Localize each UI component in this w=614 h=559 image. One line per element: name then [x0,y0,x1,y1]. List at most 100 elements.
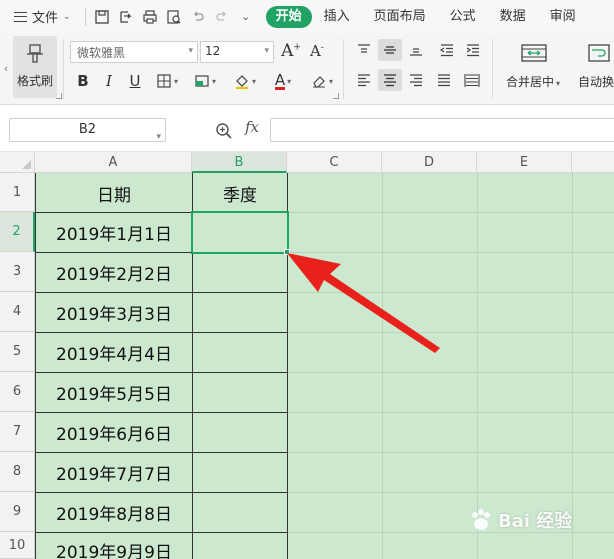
italic-button[interactable]: I [100,71,118,91]
font-color-button[interactable]: A ▾ [268,71,298,91]
tab-formulas[interactable]: 公式 [438,6,488,28]
font-color-icon: A [274,70,286,90]
tab-review[interactable]: 审阅 [538,6,576,28]
format-painter-button[interactable]: 格式刷 [13,36,57,98]
format-painter-label: 格式刷 [16,74,53,88]
hamburger-icon [14,11,27,22]
merge-center-text: 合并居中 [506,75,555,89]
fill-color-button[interactable]: ▾ [230,71,260,91]
align-right-icon [410,74,422,87]
chevron-down-icon: ▾ [264,46,269,56]
divider [84,7,86,26]
font-size-value: 12 [205,44,221,58]
decrease-font-icon: A- [310,42,324,60]
increase-indent-button[interactable] [462,39,484,61]
divider [492,39,493,99]
font-launcher-icon[interactable] [333,93,339,99]
align-top-button[interactable] [354,39,374,61]
watermark-text: Bai 经验 [498,511,573,532]
menu-bar: 文件 ⌄ ⌄ 开始 插入 页面布局 公式 数据 审阅 [0,0,614,33]
ribbon: ‹ 格式刷 微软雅黑 ▾ 12 ▾ A+ A- B I U ▾ ▾ ▾ A ▾ … [0,33,614,105]
align-left-button[interactable] [354,69,374,91]
merge-center-button[interactable] [516,39,552,67]
decrease-font-size-button[interactable]: A- [306,39,328,63]
export-button[interactable] [114,5,138,29]
redo-button[interactable] [210,5,234,29]
increase-indent-icon [466,44,479,57]
print-button[interactable] [138,5,162,29]
divider [63,39,64,99]
red-arrow-annotation [287,253,440,353]
tab-home[interactable]: 开始 [265,5,312,28]
clipboard-launcher-icon[interactable] [56,93,62,99]
save-button[interactable] [90,5,114,29]
chevron-down-icon: ▾ [173,76,178,86]
formula-input[interactable] [270,118,614,142]
clear-format-button[interactable]: ▾ [306,71,338,91]
insert-function-button[interactable]: fx [245,118,259,136]
chevron-down-icon: ▾ [156,132,161,142]
print-preview-button[interactable] [162,5,186,29]
file-menu-label: 文件 [32,11,59,26]
chevron-down-icon: ▾ [188,46,193,56]
bold-button[interactable]: B [74,71,92,91]
align-left-icon [358,74,370,87]
border-button[interactable]: ▾ [152,71,182,91]
align-bottom-icon [410,48,422,56]
save-icon [94,9,109,24]
chevron-down-icon: ⌄ [63,11,71,22]
fill-bucket-icon [235,75,248,89]
bold-icon: B [77,72,89,90]
cell-style-button[interactable]: ▾ [190,71,220,91]
align-bottom-button[interactable] [406,39,426,61]
undo-icon [193,11,204,21]
underline-button[interactable]: U [126,71,144,91]
chevron-down-icon: ▾ [328,76,333,86]
decrease-indent-button[interactable] [436,39,458,61]
wrap-text-button[interactable] [584,39,614,67]
wrap-text-label[interactable]: 自动换 [578,73,614,90]
spreadsheet-app: 文件 ⌄ ⌄ 开始 插入 页面布局 公式 数据 审阅 ‹ 格式刷 微软雅黑 ▾ … [0,0,614,559]
italic-icon: I [106,72,112,90]
export-icon [119,10,132,23]
underline-icon: U [129,72,141,90]
name-box-value: B2 [78,122,97,137]
font-size-select[interactable]: 12 ▾ [200,41,274,63]
file-menu[interactable]: 文件 ⌄ [0,0,81,33]
zoom-icon[interactable] [215,122,233,140]
tab-data[interactable]: 数据 [488,6,538,28]
justify-button[interactable] [434,69,454,91]
tab-insert[interactable]: 插入 [312,6,362,28]
redo-icon [215,11,226,21]
divider [343,39,344,99]
distributed-align-button[interactable] [460,69,484,91]
quick-access-more-button[interactable]: ⌄ [234,5,258,29]
merge-center-label[interactable]: 合并居中 ▾ [506,73,560,90]
print-preview-icon [166,9,181,24]
formula-bar: B2 ▾ fx [0,106,614,152]
cell-style-icon [195,75,209,87]
name-box[interactable]: B2 ▾ [9,118,166,142]
paintbrush-icon [27,44,43,63]
border-icon [157,74,171,88]
increase-font-icon: A+ [281,41,301,61]
spreadsheet-grid: A B C D E 1 2 3 4 5 6 7 8 9 10 日期 季度 201… [0,152,614,559]
justify-icon [438,74,450,87]
align-center-icon [384,74,396,87]
merge-cells-icon [521,44,547,62]
align-middle-icon [384,46,396,54]
paw-logo-icon [472,509,490,530]
undo-button[interactable] [186,5,210,29]
watermark: Bai 经验 [468,500,608,540]
align-center-button[interactable] [378,69,402,91]
align-middle-button[interactable] [378,39,402,61]
increase-font-size-button[interactable]: A+ [280,39,302,63]
align-right-button[interactable] [406,69,426,91]
chevron-down-icon: ▾ [287,76,292,86]
font-name-value: 微软雅黑 [77,46,126,60]
chevron-down-icon: ⌄ [240,10,251,23]
font-name-select[interactable]: 微软雅黑 ▾ [70,41,198,63]
tab-page-layout[interactable]: 页面布局 [362,6,438,28]
ribbon-scroll-left-icon[interactable]: ‹ [0,43,12,93]
decrease-indent-icon [439,44,453,57]
